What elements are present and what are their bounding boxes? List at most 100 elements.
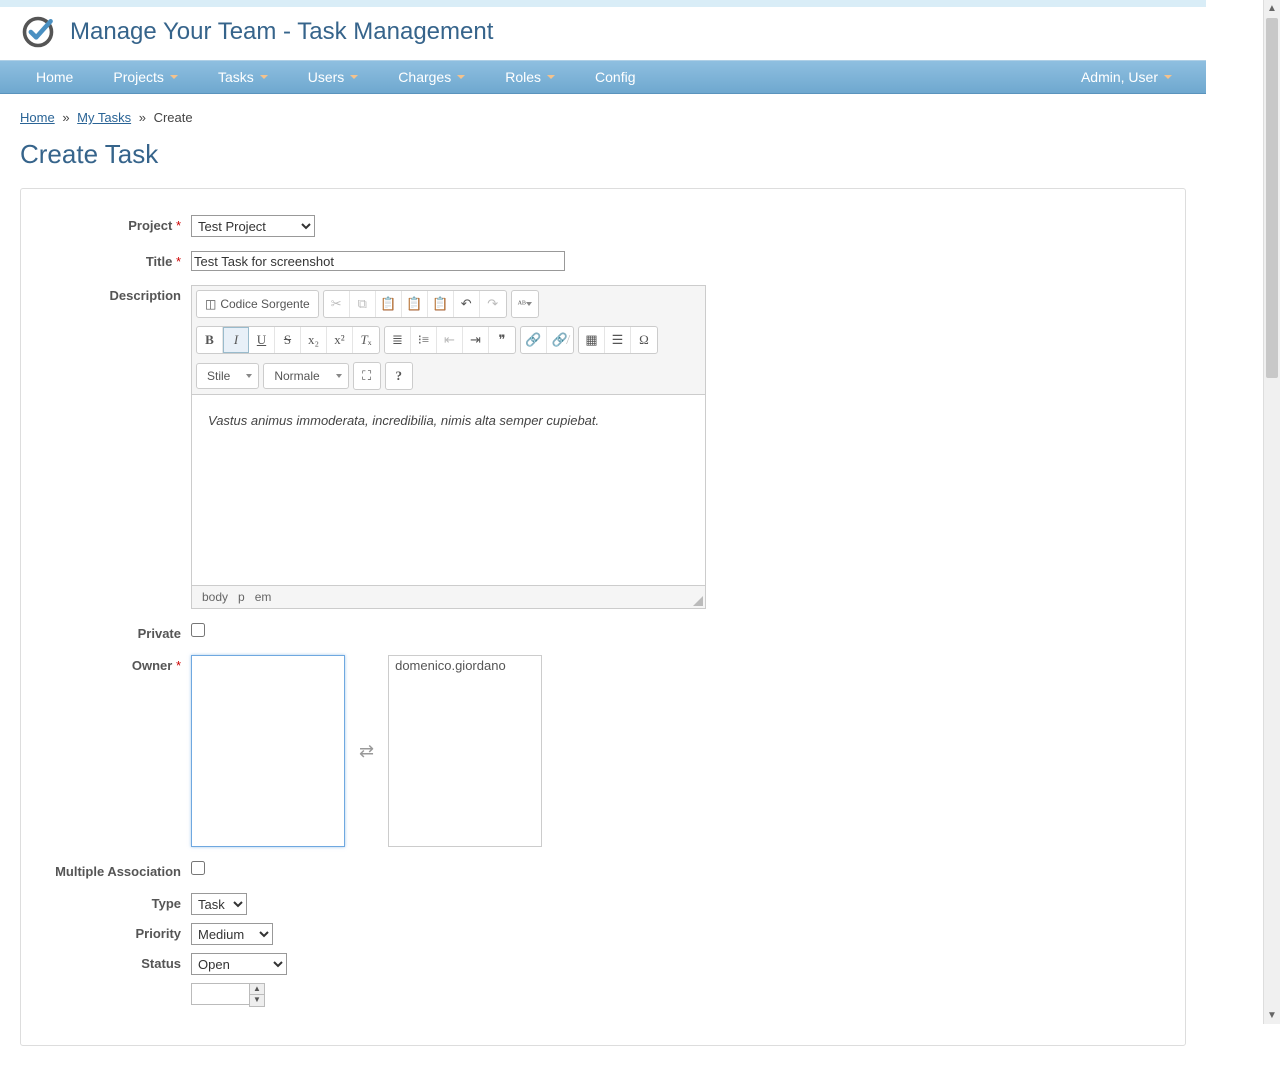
nav-item-tasks[interactable]: Tasks (198, 61, 288, 93)
label-owner: Owner * (41, 655, 191, 673)
nav-label: Tasks (218, 69, 254, 85)
paste-icon[interactable]: 📋 (376, 291, 402, 317)
special-char-icon[interactable]: Ω (631, 327, 657, 353)
redo-icon[interactable]: ↷ (480, 291, 506, 317)
private-checkbox[interactable] (191, 623, 205, 637)
caret-down-icon (260, 75, 268, 79)
caret-down-icon (457, 75, 465, 79)
top-strip (0, 0, 1206, 8)
number-stepper-input[interactable] (191, 983, 249, 1005)
label-multiple-association: Multiple Association (41, 861, 191, 879)
caret-down-icon (1164, 75, 1172, 79)
scroll-up-icon[interactable]: ▲ (1264, 0, 1280, 17)
breadcrumb: Home » My Tasks » Create (20, 104, 1186, 139)
bold-icon[interactable]: B (197, 327, 223, 353)
label-status: Status (41, 953, 191, 971)
breadcrumb-mytasks[interactable]: My Tasks (77, 110, 131, 125)
editor-content: Vastus animus immoderata, incredibilia, … (208, 413, 599, 428)
owner-available-listbox[interactable] (191, 655, 345, 847)
resize-handle-icon[interactable] (693, 596, 703, 606)
nav-label: Projects (113, 69, 164, 85)
nav-item-users[interactable]: Users (288, 61, 379, 93)
indent-icon[interactable]: ⇥ (463, 327, 489, 353)
underline-icon[interactable]: U (249, 327, 275, 353)
bulleted-list-icon[interactable]: ⁝≡ (411, 327, 437, 353)
scroll-down-icon[interactable]: ▼ (1264, 1007, 1280, 1024)
nav-item-home[interactable]: Home (16, 61, 93, 93)
stepper-up-icon[interactable]: ▲ (250, 984, 264, 995)
nav-label: Charges (398, 69, 451, 85)
strike-icon[interactable]: S (275, 327, 301, 353)
label-project: Project * (41, 215, 191, 233)
nav-user-menu[interactable]: Admin, User (1061, 61, 1192, 93)
swap-icon[interactable]: ⇄ (359, 741, 374, 762)
nav-label: Roles (505, 69, 541, 85)
paste-word-icon[interactable]: 📋 (428, 291, 454, 317)
project-select[interactable]: Test Project (191, 215, 315, 237)
navbar: Home Projects Tasks Users Charges Roles Config… (0, 60, 1206, 94)
maximize-icon[interactable]: ⛶ (354, 363, 380, 389)
nav-item-config[interactable]: Config (575, 61, 655, 93)
italic-icon[interactable]: I (223, 327, 249, 353)
type-select[interactable]: Task (191, 893, 247, 915)
remove-format-icon[interactable]: Tₓ (353, 327, 379, 353)
title-input[interactable] (191, 251, 565, 271)
copy-icon[interactable]: ⧉ (350, 291, 376, 317)
editor-path: body p em (192, 585, 705, 608)
paste-text-icon[interactable]: 📋 (402, 291, 428, 317)
blockquote-icon[interactable]: ❞ (489, 327, 515, 353)
hr-icon[interactable]: ☰ (605, 327, 631, 353)
nav-label: Users (308, 69, 345, 85)
chevron-down-icon (336, 374, 342, 378)
caret-down-icon (547, 75, 555, 79)
label-description: Description (41, 285, 191, 303)
nav-item-charges[interactable]: Charges (378, 61, 485, 93)
breadcrumb-current: Create (154, 110, 193, 125)
page-title: Create Task (20, 139, 1186, 170)
label-title: Title * (41, 251, 191, 269)
owner-selected-listbox[interactable]: domenico.giordano (388, 655, 542, 847)
source-button[interactable]: ◫ Codice Sorgente (197, 291, 318, 317)
page-scrollbar[interactable]: ▲ ▼ (1263, 0, 1280, 1024)
nav-item-roles[interactable]: Roles (485, 61, 575, 93)
cut-icon[interactable]: ✂ (324, 291, 350, 317)
rich-text-editor: ◫ Codice Sorgente ✂ ⧉ 📋 📋 📋 ↶ (191, 285, 706, 609)
nav-item-projects[interactable]: Projects (93, 61, 198, 93)
help-icon[interactable]: ? (386, 363, 412, 389)
scroll-thumb[interactable] (1266, 18, 1278, 378)
spellcheck-icon[interactable]: ᴬᴮ (512, 291, 538, 317)
breadcrumb-home[interactable]: Home (20, 110, 55, 125)
nav-user-label: Admin, User (1081, 69, 1158, 85)
breadcrumb-sep: » (135, 110, 150, 125)
owner-dual-list: ⇄ domenico.giordano (191, 655, 542, 847)
stepper-down-icon[interactable]: ▼ (250, 995, 264, 1006)
format-dropdown[interactable]: Normale (263, 363, 348, 389)
superscript-icon[interactable]: x² (327, 327, 353, 353)
undo-icon[interactable]: ↶ (454, 291, 480, 317)
header: Manage Your Team - Task Management (0, 8, 1206, 60)
styles-dropdown[interactable]: Stile (196, 363, 259, 389)
multiple-association-checkbox[interactable] (191, 861, 205, 875)
link-icon[interactable]: 🔗 (521, 327, 547, 353)
caret-down-icon (350, 75, 358, 79)
unlink-icon[interactable]: 🔗̸ (547, 327, 573, 353)
label-priority: Priority (41, 923, 191, 941)
path-em[interactable]: em (255, 590, 272, 604)
numbered-list-icon[interactable]: ≣ (385, 327, 411, 353)
priority-select[interactable]: Medium (191, 923, 273, 945)
label-type: Type (41, 893, 191, 911)
label-partial (41, 983, 191, 986)
path-p[interactable]: p (238, 590, 245, 604)
outdent-icon[interactable]: ⇤ (437, 327, 463, 353)
caret-down-icon (170, 75, 178, 79)
app-title: Manage Your Team - Task Management (70, 18, 493, 46)
editor-body[interactable]: Vastus animus immoderata, incredibilia, … (192, 395, 705, 585)
nav-label: Home (36, 69, 73, 85)
list-item[interactable]: domenico.giordano (389, 656, 541, 675)
path-body[interactable]: body (202, 590, 228, 604)
subscript-icon[interactable]: x₂ (301, 327, 327, 353)
table-icon[interactable]: ▦ (579, 327, 605, 353)
status-select[interactable]: Open (191, 953, 287, 975)
editor-toolbar: ◫ Codice Sorgente ✂ ⧉ 📋 📋 📋 ↶ (192, 286, 705, 395)
chevron-down-icon (246, 374, 252, 378)
